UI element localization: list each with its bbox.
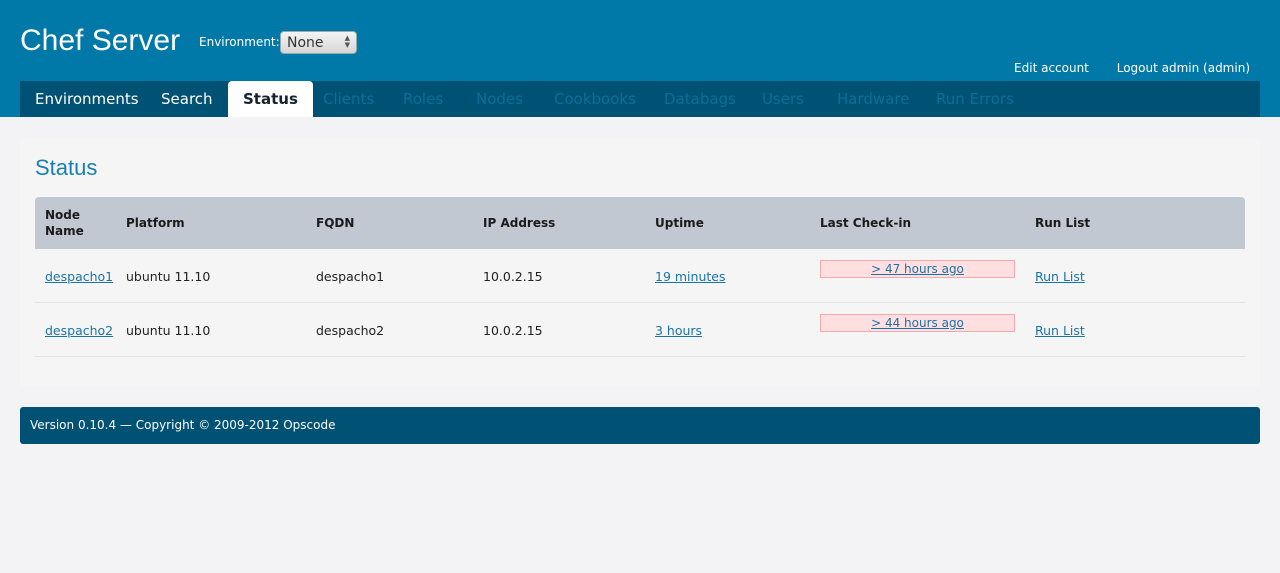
environment-label: Environment: [199,35,280,49]
footer: Version 0.10.4 — Copyright © 2009-2012 O… [20,407,1260,444]
tab-environments[interactable]: Environments [35,81,139,117]
last-check-in-warning: > 47 hours ago [820,260,1015,278]
tab-databags: Databags [664,90,736,108]
table-row: despacho1 ubuntu 11.10 despacho1 10.0.2.… [35,249,1245,303]
environment-select[interactable]: None ▲ ▼ [280,31,357,54]
ip-address-cell: 10.0.2.15 [483,323,543,338]
tab-cookbooks: Cookbooks [554,90,636,108]
column-header-platform: Platform [126,216,185,230]
ip-address-cell: 10.0.2.15 [483,269,543,284]
run-list-link[interactable]: Run List [1035,323,1085,338]
tab-run-errors: Run Errors [936,90,1014,108]
column-header-uptime: Uptime [655,216,704,230]
select-arrows-icon: ▲ ▼ [344,34,350,49]
run-list-link[interactable]: Run List [1035,269,1085,284]
app-title: Chef Server [20,24,181,57]
column-header-node-name: Node Name [45,208,84,238]
table-row: despacho2 ubuntu 11.10 despacho2 10.0.2.… [35,303,1245,357]
last-check-in-link[interactable]: > 44 hours ago [871,316,964,330]
logout-link[interactable]: Logout admin (admin) [1117,61,1250,75]
user-links: Edit account Logout admin (admin) [990,61,1250,75]
platform-cell: ubuntu 11.10 [126,323,211,338]
tab-clients: Clients [323,90,375,108]
tab-status[interactable]: Status [228,81,313,117]
tab-search[interactable]: Search [161,81,213,117]
uptime-link[interactable]: 3 hours [655,323,702,338]
page-title: Status [35,155,98,180]
last-check-in-warning: > 44 hours ago [820,314,1015,332]
edit-account-link[interactable]: Edit account [1014,61,1089,75]
status-table: Node Name Platform FQDN IP Address Uptim… [35,197,1245,357]
footer-copyright: Version 0.10.4 — Copyright © 2009-2012 O… [30,418,336,432]
fqdn-cell: despacho1 [316,269,385,284]
column-header-ip-address: IP Address [483,216,556,230]
column-header-run-list: Run List [1035,216,1091,230]
uptime-link[interactable]: 19 minutes [655,269,725,284]
status-panel: Status Node Name Platform FQDN IP Addres… [20,138,1260,386]
header: Chef Server Environment: None ▲ ▼ Edit ac… [0,0,1280,117]
tab-hardware: Hardware [837,90,910,108]
column-header-last-check-in: Last Check-in [820,216,912,230]
fqdn-cell: despacho2 [316,323,385,338]
node-name-link[interactable]: despacho1 [45,269,113,284]
tab-users: Users [762,90,805,108]
column-header-fqdn: FQDN [316,216,355,230]
environment-select-value: None [287,35,324,51]
tab-nodes: Nodes [476,90,523,108]
main-nav-tabs: Environments Search Status Clients Roles… [20,81,1260,117]
last-check-in-link[interactable]: > 47 hours ago [871,262,964,276]
platform-cell: ubuntu 11.10 [126,269,211,284]
tab-roles: Roles [403,90,444,108]
table-header: Node Name Platform FQDN IP Address Uptim… [35,197,1245,249]
node-name-link[interactable]: despacho2 [45,323,113,338]
